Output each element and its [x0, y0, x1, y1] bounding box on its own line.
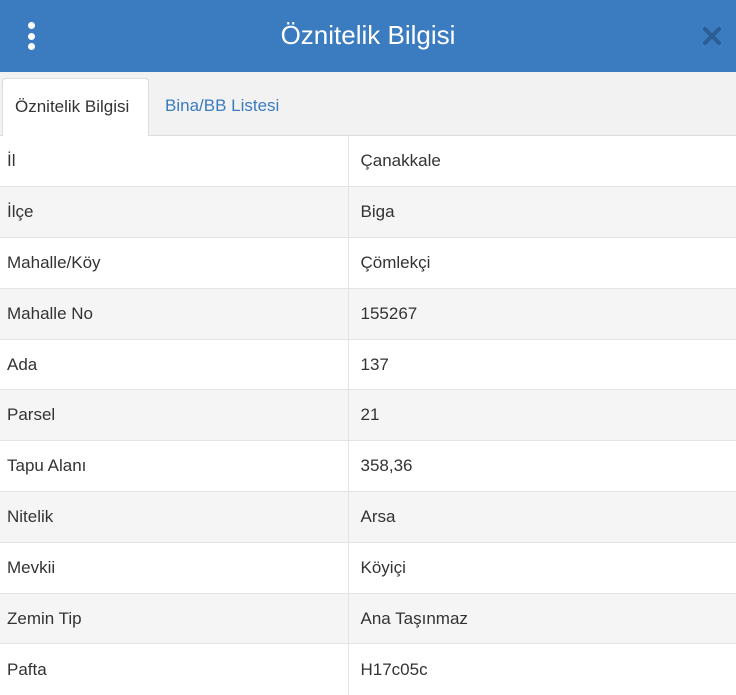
attribute-value: 137	[348, 338, 736, 390]
attribute-key: Pafta	[0, 643, 349, 695]
table-row: İlçe Biga	[0, 186, 736, 238]
attribute-key: Mevkii	[0, 541, 349, 594]
attribute-value: Ana Taşınmaz	[348, 592, 736, 644]
table-row: Mahalle No 155267	[0, 287, 736, 340]
table-row: Mevkii Köyiçi	[0, 541, 736, 594]
table-row: Tapu Alanı 358,36	[0, 440, 736, 492]
table-row: Mahalle/Köy Çömlekçi	[0, 237, 736, 289]
attribute-value: Köyiçi	[348, 541, 736, 594]
header-bar: Öznitelik Bilgisi	[0, 0, 736, 72]
attribute-key: Nitelik	[0, 491, 349, 543]
table-row: Pafta H17c05c	[0, 643, 736, 695]
attribute-key: Mahalle No	[0, 287, 349, 340]
tab-bina-bb-listesi[interactable]: Bina/BB Listesi	[153, 78, 291, 137]
attribute-key: Zemin Tip	[0, 592, 349, 644]
attribute-key: Parsel	[0, 389, 349, 441]
tab-oznitelik-bilgisi[interactable]: Öznitelik Bilgisi	[2, 78, 149, 137]
attribute-key: İl	[0, 136, 349, 187]
table-row: İl Çanakkale	[0, 136, 736, 187]
page-title: Öznitelik Bilgisi	[280, 20, 456, 50]
attribute-value: 21	[348, 389, 736, 441]
attribute-value: 155267	[348, 287, 736, 340]
attribute-value: Biga	[348, 186, 736, 238]
attribute-key: Ada	[0, 338, 349, 390]
tab-bar: Öznitelik Bilgisi Bina/BB Listesi	[0, 72, 736, 137]
attribute-key: Mahalle/Köy	[0, 237, 349, 289]
attribute-value: Çömlekçi	[348, 237, 736, 289]
attribute-value: Arsa	[348, 491, 736, 543]
table-row: Ada 137	[0, 338, 736, 390]
attribute-table: İl Çanakkale İlçe Biga Mahalle/Köy Çömle…	[0, 136, 736, 695]
close-icon[interactable]	[700, 24, 724, 48]
table-row: Nitelik Arsa	[0, 491, 736, 543]
attribute-key: İlçe	[0, 186, 349, 238]
attribute-key: Tapu Alanı	[0, 440, 349, 492]
table-row: Zemin Tip Ana Taşınmaz	[0, 592, 736, 644]
table-row: Parsel 21	[0, 389, 736, 441]
attribute-value: Çanakkale	[360, 151, 441, 171]
attribute-value: 358,36	[348, 440, 736, 492]
attribute-value: H17c05c	[348, 643, 736, 695]
